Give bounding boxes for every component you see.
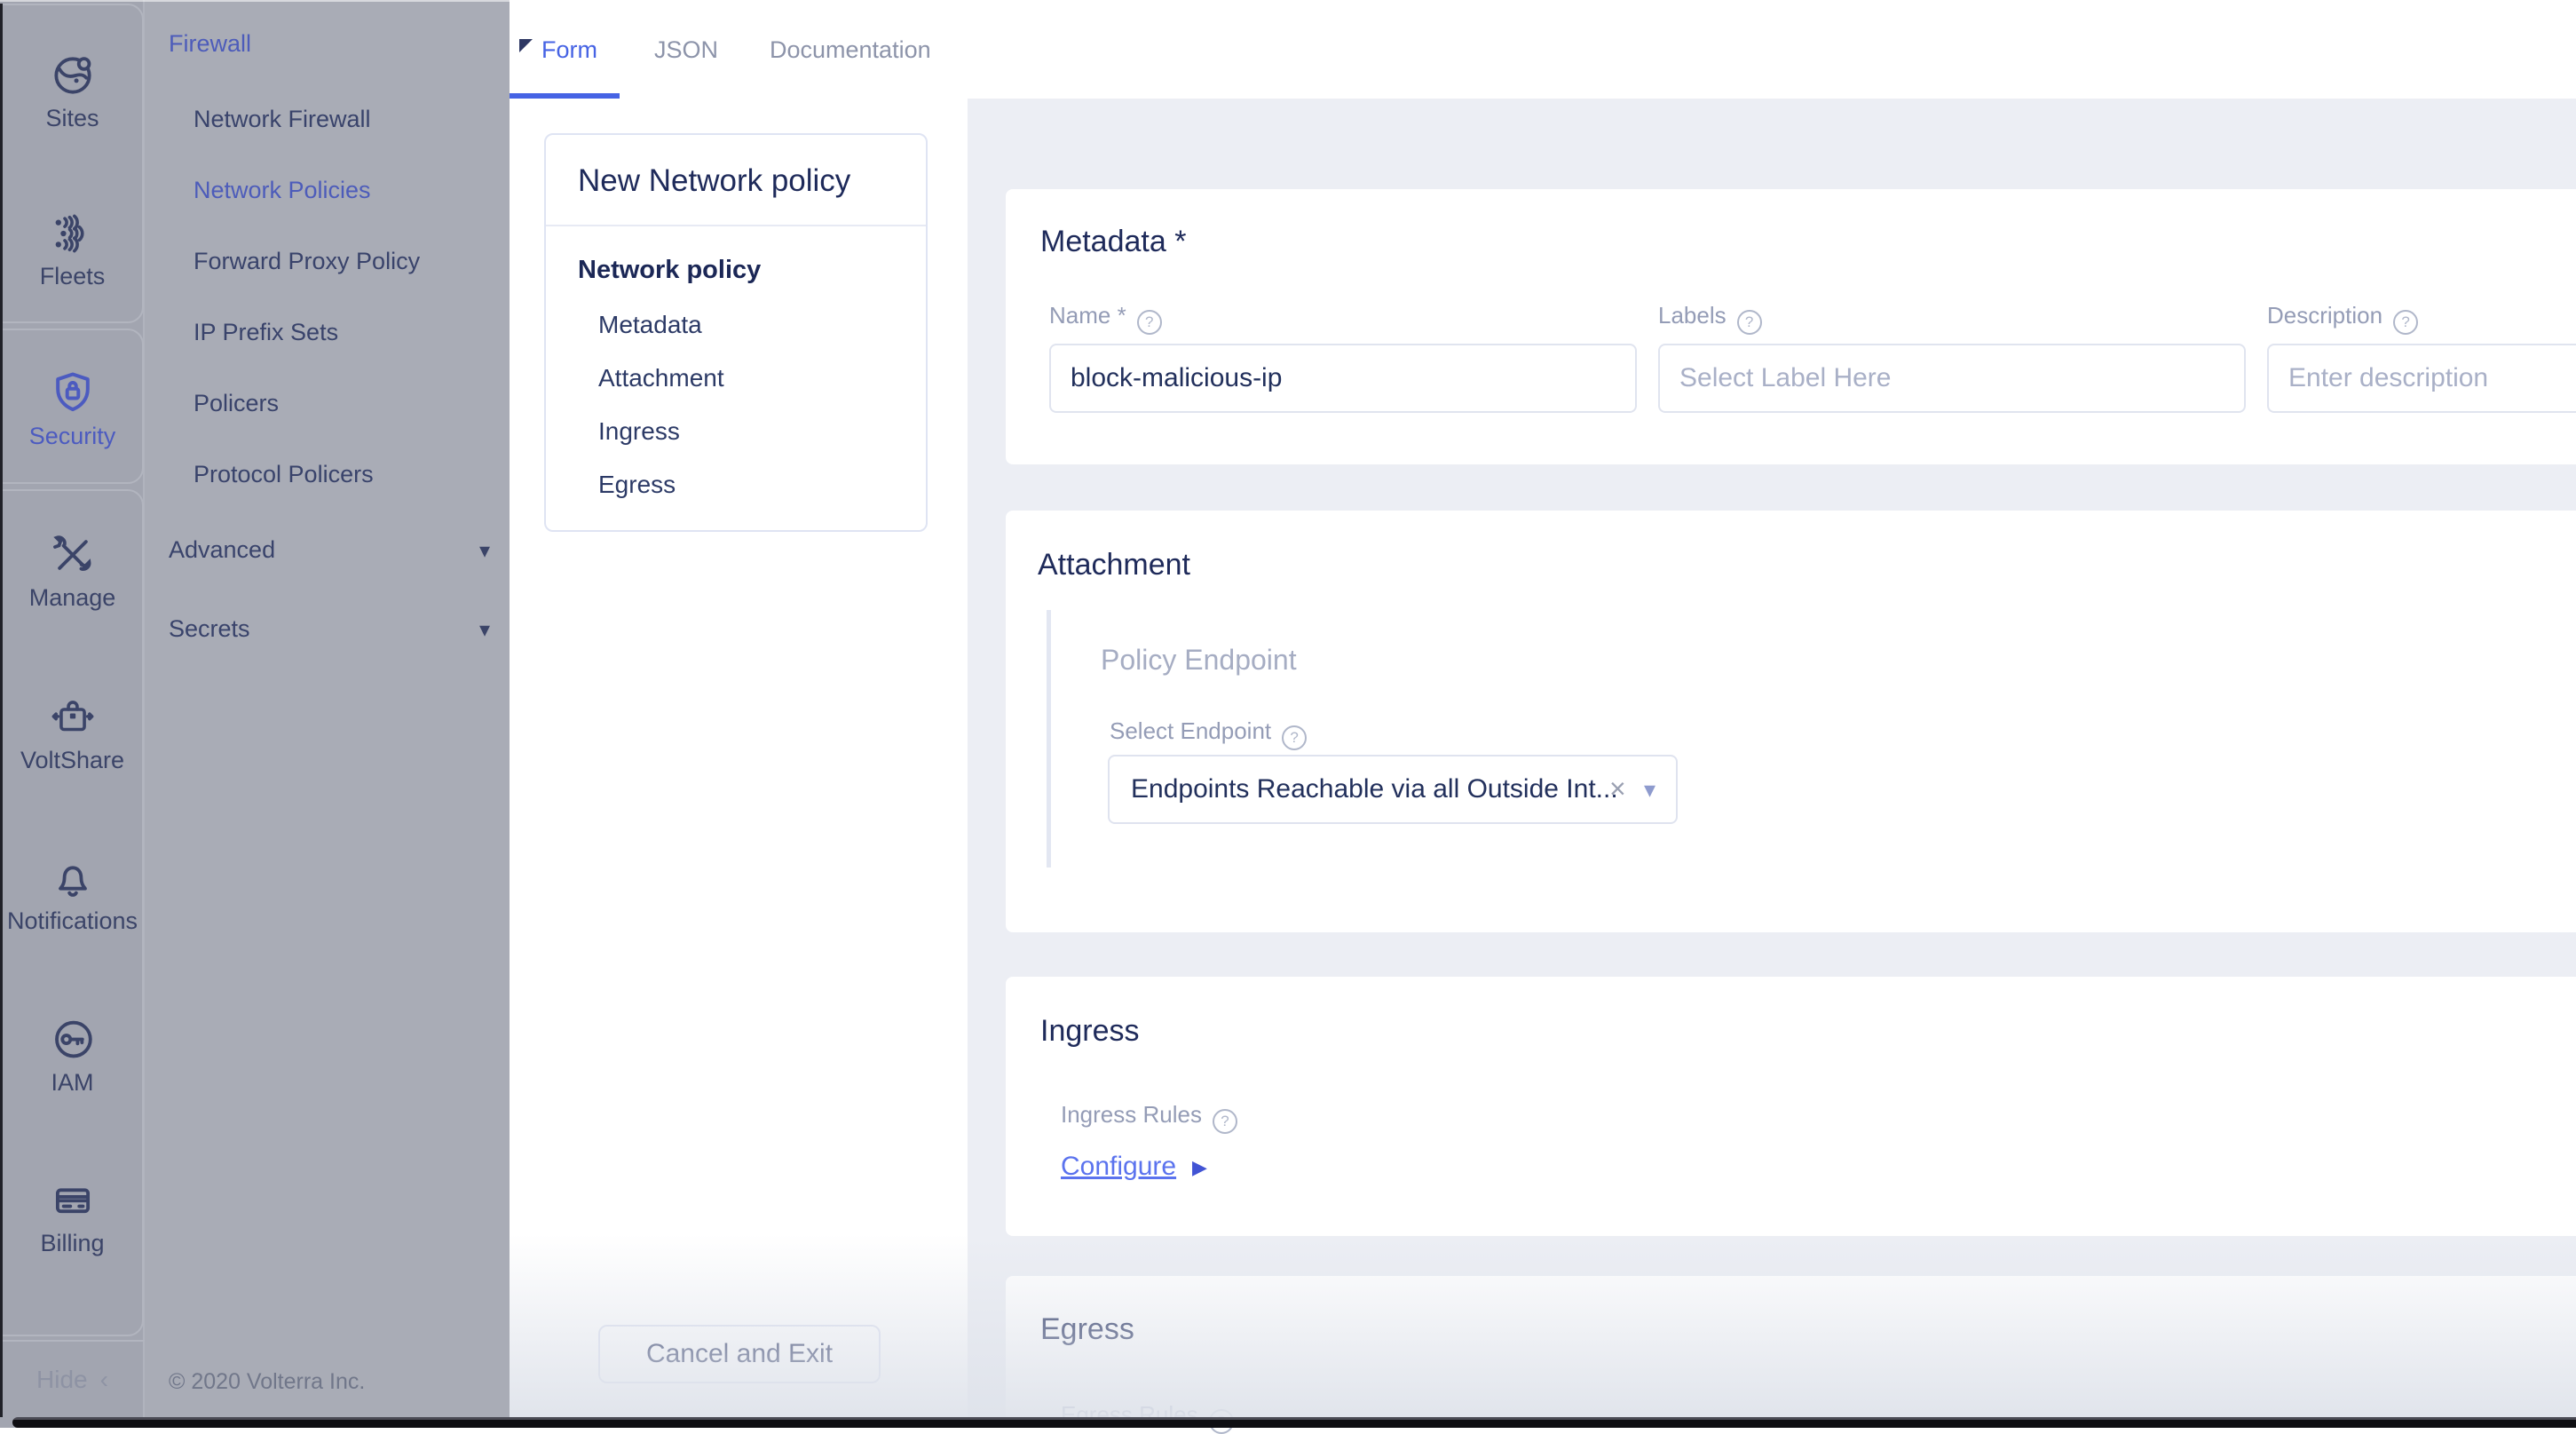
wizard-nav-metadata[interactable]: Metadata xyxy=(598,311,702,339)
wizard-nav-heading[interactable]: Network policy xyxy=(578,256,761,285)
rail-item-notifications[interactable]: Notifications xyxy=(0,854,145,935)
wizard-title: New Network policy xyxy=(578,163,850,199)
rail-item-label: Notifications xyxy=(0,907,145,935)
help-icon[interactable]: ? xyxy=(1213,1109,1237,1134)
sidebar-item-ip-prefix-sets[interactable]: IP Prefix Sets xyxy=(194,319,338,346)
cancel-and-exit-button[interactable]: Cancel and Exit xyxy=(598,1325,881,1383)
rail-item-label: Sites xyxy=(0,105,145,132)
egress-section-title: Egress xyxy=(1040,1312,1134,1347)
subsection-accent-line xyxy=(1047,610,1051,868)
window-bottom-edge xyxy=(12,1417,2576,1428)
credit-card-icon xyxy=(0,1177,145,1224)
tab-documentation[interactable]: Documentation xyxy=(770,36,931,64)
icon-rail: Sites Fleets Security xyxy=(0,0,145,1428)
configure-ingress-link[interactable]: Configure xyxy=(1061,1152,1176,1182)
sidebar-item-policers[interactable]: Policers xyxy=(194,390,279,417)
firewall-sidebar: Firewall Network Firewall Network Polici… xyxy=(145,0,510,1428)
endpoint-select[interactable]: Endpoints Reachable via all Outside Int.… xyxy=(1108,755,1678,824)
description-field-label: Description? xyxy=(2267,302,2418,335)
sidebar-group-secrets[interactable]: Secrets xyxy=(169,615,250,643)
rail-item-voltshare[interactable]: VoltShare xyxy=(0,693,145,774)
rail-item-iam[interactable]: IAM xyxy=(0,1016,145,1097)
rail-item-security[interactable]: Security xyxy=(0,368,145,450)
ingress-section-title: Ingress xyxy=(1040,1014,1140,1049)
rail-item-label: Security xyxy=(0,423,145,450)
rail-item-sites[interactable]: Sites xyxy=(0,51,145,132)
select-endpoint-label: Select Endpoint? xyxy=(1110,717,1307,750)
help-icon[interactable]: ? xyxy=(1282,725,1307,750)
tab-json[interactable]: JSON xyxy=(654,36,718,64)
chevron-down-icon[interactable]: ▾ xyxy=(479,617,490,643)
labels-field-label: Labels? xyxy=(1658,302,1762,335)
wizard-nav-ingress[interactable]: Ingress xyxy=(598,417,680,446)
chevron-down-icon[interactable]: ▾ xyxy=(479,538,490,564)
rail-item-label: Fleets xyxy=(0,263,145,290)
wizard-nav-attachment[interactable]: Attachment xyxy=(598,364,724,392)
sidebar-item-network-firewall[interactable]: Network Firewall xyxy=(194,106,371,133)
rail-item-label: IAM xyxy=(0,1069,145,1097)
metadata-section-title: Metadata * xyxy=(1040,225,1186,259)
rail-item-billing[interactable]: Billing xyxy=(0,1177,145,1257)
description-field[interactable] xyxy=(2267,344,2576,413)
shield-lock-icon xyxy=(0,368,145,417)
sidebar-item-network-policies[interactable]: Network Policies xyxy=(194,177,371,204)
dim-overlay-edge xyxy=(0,0,510,2)
tab-bar: Form JSON Documentation xyxy=(510,0,2576,99)
metadata-section: Metadata * Name *? Labels? Description? xyxy=(1006,189,2576,464)
policy-endpoint-heading: Policy Endpoint xyxy=(1101,644,1297,677)
help-icon[interactable]: ? xyxy=(2393,310,2418,335)
tab-form[interactable]: Form xyxy=(541,36,597,64)
wizard-nav-egress[interactable]: Egress xyxy=(598,471,676,499)
ingress-section: Ingress Ingress Rules? Configure ▶ xyxy=(1006,977,2576,1236)
sidebar-group-firewall[interactable]: Firewall xyxy=(169,30,251,58)
labels-field[interactable] xyxy=(1658,344,2246,413)
sidebar-item-protocol-policers[interactable]: Protocol Policers xyxy=(194,461,374,488)
tools-icon xyxy=(0,531,145,579)
rail-item-label: Billing xyxy=(0,1230,145,1257)
voltshare-icon xyxy=(0,693,145,741)
hide-label: Hide xyxy=(36,1366,88,1394)
name-field-label: Name *? xyxy=(1049,302,1162,335)
rail-item-label: Manage xyxy=(0,584,145,612)
name-field[interactable] xyxy=(1049,344,1637,413)
wizard-card: New Network policy Network policy Metada… xyxy=(544,133,928,532)
sites-icon xyxy=(0,51,145,99)
egress-section: Egress Egress Rules? xyxy=(1006,1276,2576,1428)
sidebar-group-advanced[interactable]: Advanced xyxy=(169,536,275,564)
configure-arrow-icon[interactable]: ▶ xyxy=(1192,1156,1207,1179)
sidebar-collapse-control[interactable]: Hide ‹ xyxy=(0,1340,145,1417)
window-left-edge xyxy=(0,4,3,1417)
dropdown-caret-icon[interactable]: ▾ xyxy=(1644,776,1655,804)
copyright-text: © 2020 Volterra Inc. xyxy=(169,1369,365,1395)
help-icon[interactable]: ? xyxy=(1737,310,1762,335)
attachment-section-title: Attachment xyxy=(1038,548,1190,582)
divider xyxy=(546,225,926,226)
sidebar-item-forward-proxy-policy[interactable]: Forward Proxy Policy xyxy=(194,248,420,275)
rail-item-manage[interactable]: Manage xyxy=(0,531,145,612)
bell-icon xyxy=(0,854,145,902)
fleets-icon xyxy=(0,210,145,257)
clear-selection-icon[interactable]: × xyxy=(1609,772,1626,805)
ingress-rules-label: Ingress Rules? xyxy=(1061,1101,1237,1134)
rail-item-fleets[interactable]: Fleets xyxy=(0,210,145,290)
chevron-left-icon: ‹ xyxy=(100,1366,108,1394)
firewall-collapse-caret-icon[interactable] xyxy=(519,39,533,52)
endpoint-select-value: Endpoints Reachable via all Outside Int.… xyxy=(1131,774,1618,804)
help-icon[interactable]: ? xyxy=(1137,310,1162,335)
rail-item-label: VoltShare xyxy=(0,747,145,774)
attachment-section: Attachment Policy Endpoint Select Endpoi… xyxy=(1006,511,2576,932)
key-icon xyxy=(0,1016,145,1064)
